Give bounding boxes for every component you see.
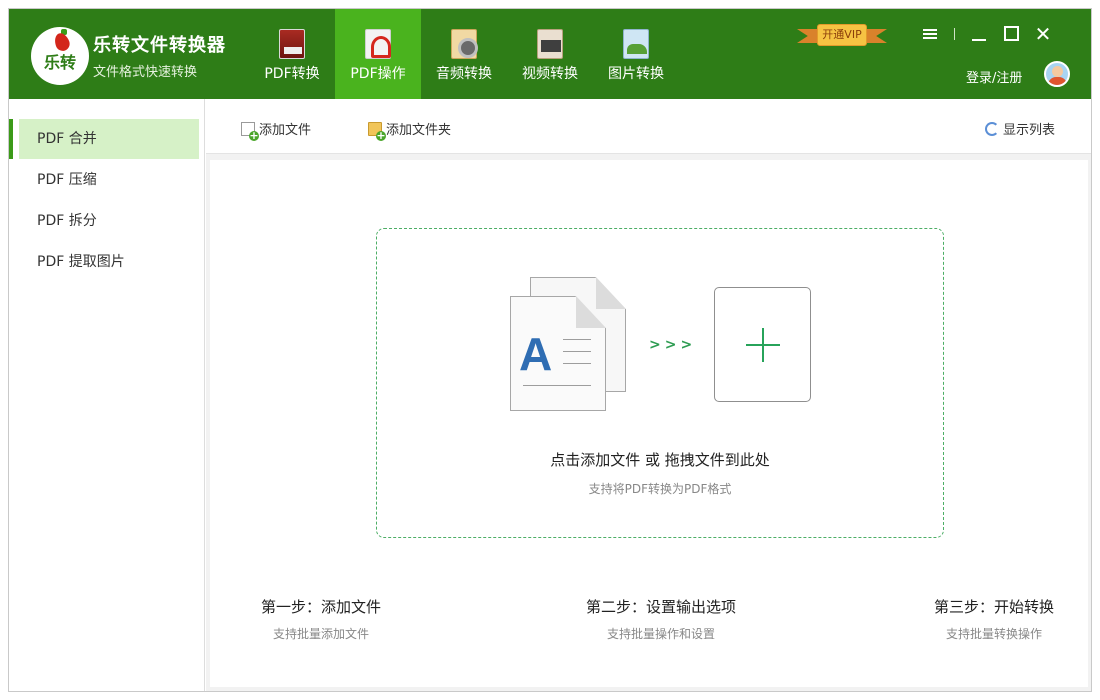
- nav-item-image-convert[interactable]: 图片转换: [593, 9, 679, 99]
- minimize-icon: [972, 39, 986, 41]
- add-folder-label: 添加文件夹: [386, 123, 452, 138]
- show-list-button[interactable]: 显示列表: [985, 119, 1055, 138]
- step-title: 第一步：添加文件: [260, 598, 381, 616]
- nav-item-video-convert[interactable]: 视频转换: [507, 9, 593, 99]
- app-subtitle: 文件格式快速转换: [93, 65, 198, 80]
- nav-item-audio-convert[interactable]: 音频转换: [421, 9, 507, 99]
- nav-label: 音频转换: [436, 66, 492, 82]
- sidebar-item-pdf-extract-images[interactable]: PDF 提取图片: [19, 242, 199, 282]
- add-file-label: 添加文件: [259, 123, 312, 138]
- nav-label: 图片转换: [608, 66, 664, 82]
- image-icon: [623, 29, 649, 59]
- step-title: 第三步：开始转换: [933, 598, 1054, 616]
- nav-item-pdf-operations[interactable]: PDF操作: [335, 9, 421, 99]
- refresh-list-icon: [985, 121, 999, 136]
- drop-zone-hint: 支持将PDF转换为PDF格式: [588, 482, 732, 496]
- file-drop-zone[interactable]: A >>> 点击添加文件 或 拖拽文件到此处 支持将PDF转换为PDF格式: [376, 228, 944, 538]
- add-file-icon: [241, 121, 259, 141]
- step-description: 支持批量转换操作: [945, 627, 1042, 641]
- nav-label: 视频转换: [522, 66, 578, 82]
- drop-zone-instruction: 点击添加文件 或 拖拽文件到此处: [550, 451, 770, 469]
- step-description: 支持批量添加文件: [272, 627, 369, 641]
- avi-video-icon: [537, 29, 563, 59]
- document-letter: A: [519, 328, 553, 380]
- wav-audio-icon: [451, 29, 478, 59]
- main-area: A >>> 点击添加文件 或 拖拽文件到此处 支持将PDF转换为PDF格式 第一…: [206, 154, 1091, 691]
- nav-label: PDF操作: [350, 66, 406, 82]
- show-list-label: 显示列表: [1003, 123, 1056, 138]
- step-one: 第一步：添加文件 支持批量添加文件: [206, 596, 436, 642]
- avatar[interactable]: [1044, 61, 1070, 87]
- pdf-document-icon: [279, 29, 305, 59]
- arrows-icon: >>>: [649, 337, 697, 353]
- app-title: 乐转文件转换器: [93, 35, 226, 56]
- sidebar-item-pdf-split[interactable]: PDF 拆分: [19, 201, 199, 241]
- add-file-button[interactable]: 添加文件: [241, 119, 312, 141]
- step-three: 第三步：开始转换 支持批量转换操作: [879, 596, 1091, 642]
- add-file-plus-box[interactable]: [714, 287, 811, 402]
- app-logo: 乐转: [31, 27, 89, 85]
- vip-button[interactable]: 开通VIP: [797, 24, 887, 48]
- step-title: 第二步：设置输出选项: [585, 598, 736, 616]
- adobe-pdf-icon: [365, 29, 391, 59]
- close-button[interactable]: ✕: [1027, 23, 1059, 45]
- plus-icon: [762, 328, 764, 362]
- maximize-icon: [1003, 26, 1019, 41]
- vip-label: 开通VIP: [817, 24, 867, 46]
- toolbar: 添加文件 添加文件夹 显示列表: [206, 99, 1091, 154]
- header-bar: 乐转 乐转文件转换器 文件格式快速转换 PDF转换 PDF操作 音频转换 视频转…: [9, 9, 1091, 99]
- minimize-button[interactable]: [963, 23, 995, 45]
- sidebar-item-pdf-merge[interactable]: PDF 合并: [19, 119, 199, 159]
- page-fold-icon: [596, 277, 626, 309]
- sidebar-item-pdf-compress[interactable]: PDF 压缩: [19, 160, 199, 200]
- text-line: [523, 385, 591, 386]
- add-folder-button[interactable]: 添加文件夹: [368, 119, 452, 141]
- sidebar: PDF 合并 PDF 压缩 PDF 拆分 PDF 提取图片: [9, 99, 205, 691]
- logo-text: 乐转: [43, 53, 76, 72]
- nav-label: PDF转换: [264, 66, 320, 82]
- text-line: [563, 363, 591, 364]
- maximize-button[interactable]: [995, 23, 1027, 45]
- divider: [954, 28, 955, 40]
- login-register-link[interactable]: 登录/注册: [966, 67, 1022, 86]
- window-controls: ✕: [914, 23, 1059, 45]
- main-nav: PDF转换 PDF操作 音频转换 视频转换 图片转换: [249, 9, 679, 99]
- active-indicator: [9, 119, 13, 159]
- text-line: [563, 351, 591, 352]
- app-window: 乐转 乐转文件转换器 文件格式快速转换 PDF转换 PDF操作 音频转换 视频转…: [8, 8, 1092, 692]
- content-panel: A >>> 点击添加文件 或 拖拽文件到此处 支持将PDF转换为PDF格式 第一…: [210, 160, 1088, 687]
- close-icon: ✕: [1034, 22, 1052, 46]
- add-folder-icon: [368, 121, 386, 141]
- step-description: 支持批量操作和设置: [606, 627, 715, 641]
- nav-item-pdf-convert[interactable]: PDF转换: [249, 9, 335, 99]
- menu-icon[interactable]: [914, 23, 946, 45]
- step-two: 第二步：设置输出选项 支持批量操作和设置: [546, 596, 776, 642]
- text-line: [563, 339, 591, 340]
